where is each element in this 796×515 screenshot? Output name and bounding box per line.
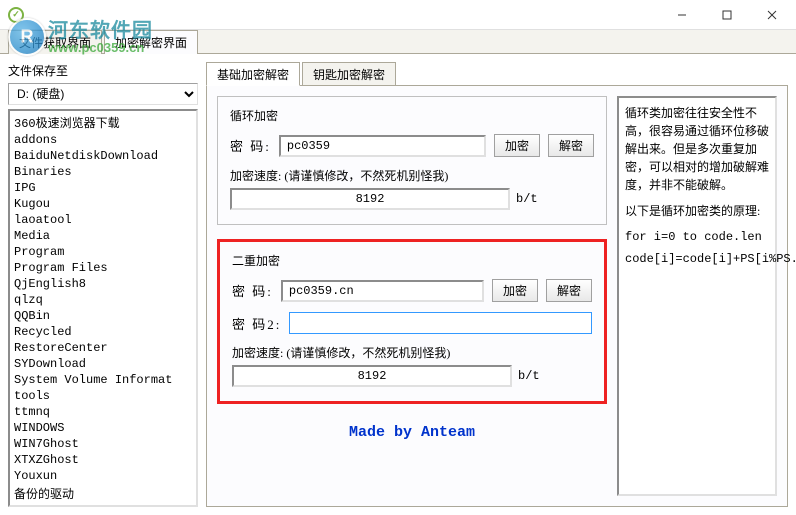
info-p2: 以下是循环加密类的原理: <box>625 202 769 220</box>
encrypt-button[interactable]: 加密 <box>494 134 540 157</box>
folder-item[interactable]: RestoreCenter <box>12 340 194 356</box>
folder-item[interactable]: Youxun <box>12 468 194 484</box>
folder-item[interactable]: IPG <box>12 180 194 196</box>
save-to-label: 文件保存至 <box>8 62 198 79</box>
speed-input-2[interactable] <box>232 365 512 387</box>
maximize-button[interactable] <box>704 1 749 29</box>
info-p1: 循环类加密往往安全性不高，很容易通过循环位移破解出来。但是多次重复加密，可以相对… <box>625 104 769 194</box>
folder-item[interactable]: WIN7Ghost <box>12 436 194 452</box>
folder-item[interactable]: tools <box>12 388 194 404</box>
window-titlebar: ✓ <box>0 0 796 30</box>
decrypt-button[interactable]: 解密 <box>548 134 594 157</box>
tab-file-fetch[interactable]: 文件获取界面 <box>8 30 102 54</box>
folder-item[interactable]: QQBin <box>12 308 194 324</box>
speed-input[interactable] <box>230 188 510 210</box>
folder-item[interactable]: SYDownload <box>12 356 194 372</box>
sub-tabs: 基础加密解密 钥匙加密解密 <box>206 62 788 86</box>
info-code2: code[i]=code[i]+PS[i%PS.len] <box>625 250 769 268</box>
speed-unit: b/t <box>516 192 538 206</box>
folder-item[interactable]: Program <box>12 244 194 260</box>
folder-item[interactable]: 备份的驱动 <box>12 484 194 503</box>
tab-basic-crypto[interactable]: 基础加密解密 <box>206 62 300 86</box>
pwd2-label: 密 码2: <box>232 314 281 333</box>
pwd-input-2[interactable] <box>281 280 484 302</box>
folder-item[interactable]: Recycled <box>12 324 194 340</box>
folder-item[interactable]: Media <box>12 228 194 244</box>
left-panel: 文件保存至 D: (硬盘) 360极速浏览器下载addonsBaiduNetdi… <box>8 62 198 507</box>
group1-title: 循环加密 <box>230 107 594 124</box>
folder-item[interactable]: QjEnglish8 <box>12 276 194 292</box>
tab-key-crypto[interactable]: 钥匙加密解密 <box>302 62 396 86</box>
folder-item[interactable]: 360极速浏览器下载 <box>12 113 194 132</box>
folder-item[interactable]: XTXZGhost <box>12 452 194 468</box>
folder-item[interactable]: qlzq <box>12 292 194 308</box>
folder-item[interactable]: Binaries <box>12 164 194 180</box>
folder-item[interactable]: addons <box>12 132 194 148</box>
close-button[interactable] <box>749 1 794 29</box>
folder-item[interactable]: 玄奥软件 <box>12 503 194 507</box>
group2-title: 二重加密 <box>232 252 592 269</box>
group-double-encrypt: 二重加密 密 码: 加密 解密 密 码2: 加密速度: (请谨慎修改，不然死机别… <box>217 239 607 404</box>
info-code1: for i=0 to code.len <box>625 228 769 246</box>
group-loop-encrypt: 循环加密 密 码: 加密 解密 加密速度: (请谨慎修改，不然死机别怪我) b/… <box>217 96 607 225</box>
folder-item[interactable]: WINDOWS <box>12 420 194 436</box>
folder-item[interactable]: laoatool <box>12 212 194 228</box>
main-tabs: 文件获取界面 加密解密界面 <box>0 30 796 54</box>
folder-item[interactable]: ttmnq <box>12 404 194 420</box>
minimize-button[interactable] <box>659 1 704 29</box>
speed-label: 加密速度: (请谨慎修改，不然死机别怪我) <box>230 167 594 184</box>
footer-credit: Made by Anteam <box>217 418 607 447</box>
decrypt-button-2[interactable]: 解密 <box>546 279 592 302</box>
tab-crypto[interactable]: 加密解密界面 <box>104 30 198 54</box>
pwd-input[interactable] <box>279 135 486 157</box>
pwd-label-2: 密 码: <box>232 281 273 300</box>
folder-item[interactable]: Kugou <box>12 196 194 212</box>
encrypt-button-2[interactable]: 加密 <box>492 279 538 302</box>
folder-list[interactable]: 360极速浏览器下载addonsBaiduNetdiskDownloadBina… <box>8 109 198 507</box>
app-icon: ✓ <box>8 7 24 23</box>
pwd2-input[interactable] <box>289 312 592 334</box>
speed-label-2: 加密速度: (请谨慎修改，不然死机别怪我) <box>232 344 592 361</box>
speed-unit-2: b/t <box>518 369 540 383</box>
folder-item[interactable]: Program Files <box>12 260 194 276</box>
folder-item[interactable]: BaiduNetdiskDownload <box>12 148 194 164</box>
info-panel: 循环类加密往往安全性不高，很容易通过循环位移破解出来。但是多次重复加密，可以相对… <box>617 96 777 496</box>
drive-select[interactable]: D: (硬盘) <box>8 83 198 105</box>
pwd-label: 密 码: <box>230 136 271 155</box>
folder-item[interactable]: System Volume Informat <box>12 372 194 388</box>
